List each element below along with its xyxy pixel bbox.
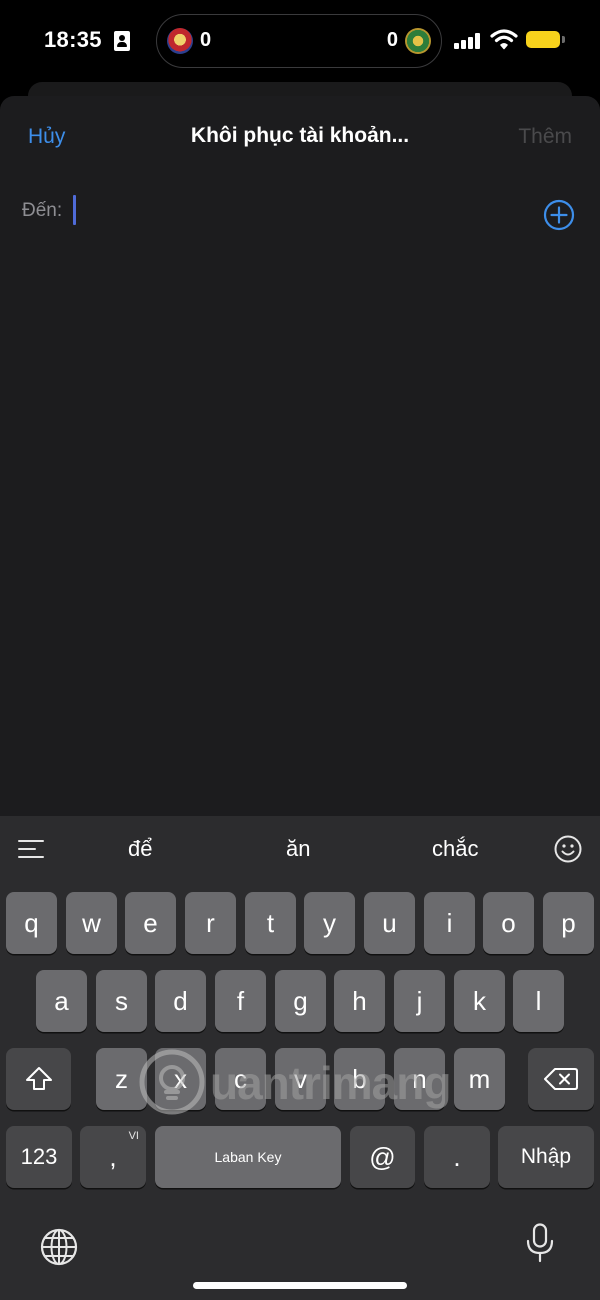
shift-key[interactable] [6,1048,71,1110]
key-m[interactable]: m [454,1048,505,1110]
status-time: 18:35 [44,27,102,52]
key-y[interactable]: y [304,892,355,954]
add-contact-icon[interactable] [543,199,575,231]
key-a[interactable]: a [36,970,87,1032]
at-key[interactable]: @ [350,1126,415,1188]
key-i[interactable]: i [424,892,475,954]
shift-icon [25,1067,52,1090]
cancel-button[interactable]: Hủy [28,125,65,149]
backspace-icon [544,1068,578,1090]
comma-label: , [109,1141,117,1172]
signal-icon [454,33,482,49]
key-t[interactable]: t [245,892,296,954]
key-r[interactable]: r [185,892,236,954]
menu-icon[interactable] [18,838,44,860]
status-bar: 18:35 0 0 [0,0,600,82]
key-d[interactable]: d [155,970,206,1032]
key-f[interactable]: f [215,970,266,1032]
page-title: Khôi phục tài khoản... [190,124,410,147]
dynamic-island-live-score[interactable]: 0 0 [156,14,442,68]
key-l[interactable]: l [513,970,564,1032]
watermark-logo [139,1049,205,1115]
score-right: 0 [386,29,398,51]
period-key[interactable]: . [424,1126,490,1188]
suggestion-bar: để ăn chắc [0,816,600,884]
key-g[interactable]: g [275,970,326,1032]
space-key[interactable]: Laban Key [155,1126,341,1188]
suggestion-item[interactable]: chắc [432,836,478,862]
add-button[interactable]: Thêm [518,125,572,149]
return-key[interactable]: Nhập [498,1126,594,1188]
delete-key[interactable] [528,1048,594,1110]
to-label: Đến: [22,200,63,221]
microphone-icon[interactable] [525,1223,555,1263]
key-e[interactable]: e [125,892,176,954]
emoji-icon[interactable] [554,835,582,863]
suggestion-item[interactable]: ăn [286,836,310,862]
comma-key[interactable]: , VI [80,1126,146,1188]
team-logo-icon [405,28,431,54]
home-indicator[interactable] [193,1282,407,1289]
recipient-input[interactable] [73,195,76,225]
key-u[interactable]: u [364,892,415,954]
language-label: VI [128,1130,139,1142]
wifi-icon [490,29,518,50]
numbers-key[interactable]: 123 [6,1126,72,1188]
key-o[interactable]: o [483,892,534,954]
key-s[interactable]: s [96,970,147,1032]
suggestion-item[interactable]: để [128,836,152,862]
globe-icon[interactable] [40,1228,78,1266]
team-logo-icon [167,28,193,54]
contact-card-icon [114,31,130,51]
battery-icon [526,31,565,48]
key-w[interactable]: w [66,892,117,954]
watermark-text: uantrimang [210,1057,451,1109]
key-p[interactable]: p [543,892,594,954]
score-left: 0 [200,29,212,51]
key-q[interactable]: q [6,892,57,954]
key-k[interactable]: k [454,970,505,1032]
key-h[interactable]: h [334,970,385,1032]
key-j[interactable]: j [394,970,445,1032]
